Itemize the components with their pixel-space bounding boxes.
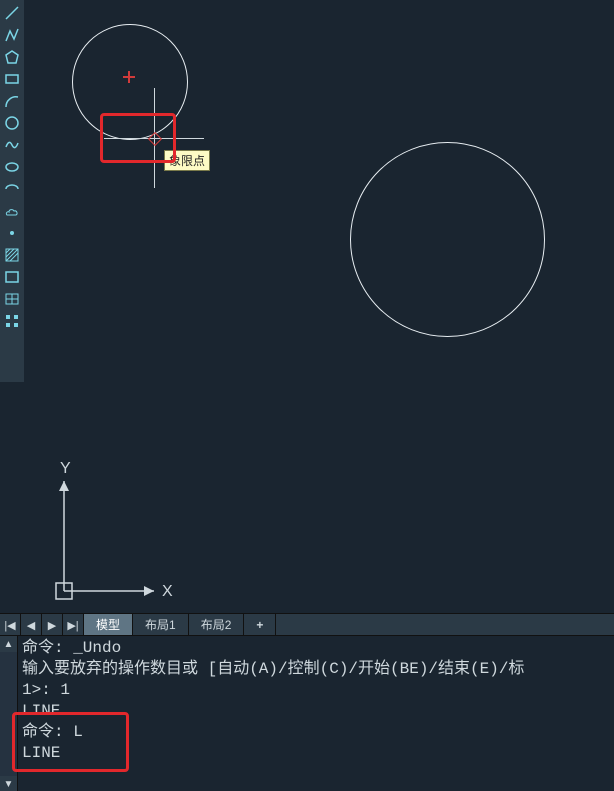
arc-icon[interactable] xyxy=(2,91,22,111)
tab-scroll-last[interactable]: ▶| xyxy=(63,614,84,636)
ucs-icon: X Y xyxy=(34,451,174,611)
cmd-line: 命令: _Undo xyxy=(22,639,121,657)
circle-icon[interactable] xyxy=(2,113,22,133)
region-icon[interactable] xyxy=(2,267,22,287)
ellipse-arc-icon[interactable] xyxy=(2,179,22,199)
app-root: 象限点 X Y |◀ ◀ ▶ ▶| 模型 布局1 布局2 + ▲ ▼ xyxy=(0,0,614,791)
polyline-icon[interactable] xyxy=(2,25,22,45)
drawing-canvas[interactable]: 象限点 X Y xyxy=(24,0,614,613)
ucs-y-label: Y xyxy=(60,460,71,477)
entity-circle-large[interactable] xyxy=(350,142,545,337)
center-mark-icon xyxy=(123,71,135,83)
rectangle-icon[interactable] xyxy=(2,69,22,89)
highlight-annotation xyxy=(100,113,176,163)
tab-add[interactable]: + xyxy=(244,614,276,636)
table-icon[interactable] xyxy=(2,289,22,309)
line-icon[interactable] xyxy=(2,3,22,23)
tab-model[interactable]: 模型 xyxy=(84,614,133,636)
tab-layout2[interactable]: 布局2 xyxy=(189,614,245,636)
spline-icon[interactable] xyxy=(2,135,22,155)
ucs-x-label: X xyxy=(162,583,173,600)
cmd-line: 输入要放弃的操作数目或 [自动(A)/控制(C)/开始(BE)/结束(E)/标 xyxy=(22,660,524,678)
layout-tab-strip: |◀ ◀ ▶ ▶| 模型 布局1 布局2 + xyxy=(0,613,614,637)
draw-toolbar xyxy=(0,0,25,382)
grid-icon[interactable] xyxy=(2,311,22,331)
polygon-icon[interactable] xyxy=(2,47,22,67)
ellipse-icon[interactable] xyxy=(2,157,22,177)
point-icon[interactable] xyxy=(2,223,22,243)
tab-scroll-first[interactable]: |◀ xyxy=(0,614,21,636)
tab-scroll-next[interactable]: ▶ xyxy=(42,614,63,636)
scroll-up-icon[interactable]: ▲ xyxy=(0,636,17,652)
highlight-annotation xyxy=(12,712,129,772)
cmd-line: 1>: 1 xyxy=(22,681,70,699)
tab-scroll-buttons: |◀ ◀ ▶ ▶| xyxy=(0,614,84,636)
scroll-down-icon[interactable]: ▼ xyxy=(0,776,17,791)
tab-scroll-prev[interactable]: ◀ xyxy=(21,614,42,636)
hatch-icon[interactable] xyxy=(2,245,22,265)
tab-layout1[interactable]: 布局1 xyxy=(133,614,189,636)
revcloud-icon[interactable] xyxy=(2,201,22,221)
